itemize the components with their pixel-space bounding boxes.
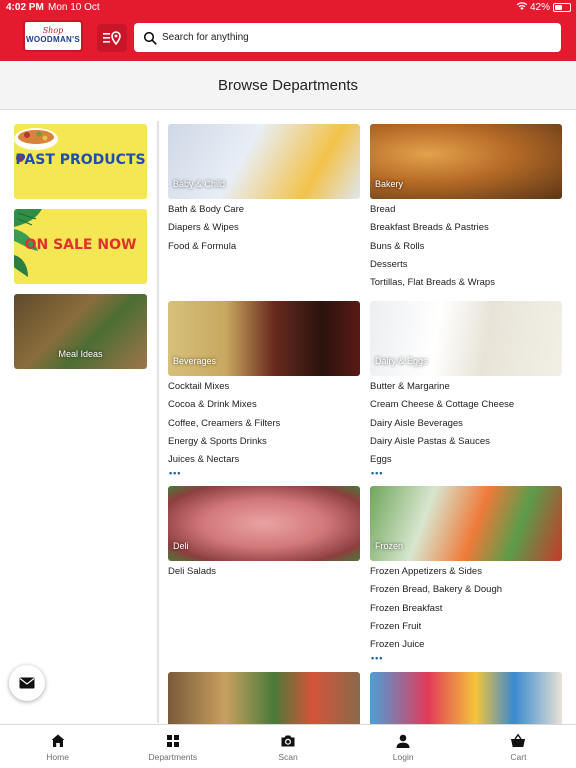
basket-icon [511,733,526,747]
department-image[interactable]: Baby & Child [168,124,360,199]
subcategory-link[interactable]: Cream Cheese & Cottage Cheese [370,396,562,414]
tab-scan[interactable]: Scan [230,725,345,768]
subcategory-link[interactable]: Desserts [370,256,562,274]
department-label: Frozen [375,541,404,551]
camera-icon [281,735,295,747]
department-label: Bakery [375,179,404,189]
subcategory-link[interactable]: Juices & Nectars [168,451,360,469]
status-time: 4:02 PM [6,2,44,13]
subcategory-link[interactable]: Food & Formula [168,238,360,256]
department-frozen: Frozen Frozen Appetizers & Sides Frozen … [370,486,562,664]
column-divider [157,121,159,723]
search-input[interactable]: Search for anything [162,32,249,43]
subcategory-link[interactable]: Tortillas, Flat Breads & Wraps [370,274,562,292]
more-button[interactable]: ••• [371,654,562,664]
department-image[interactable]: Deli [168,486,360,561]
subcategory-link[interactable]: Breakfast Breads & Pastries [370,219,562,237]
subcategory-link[interactable]: Butter & Margarine [370,378,562,396]
department-image[interactable]: Dairy & Eggs [370,301,562,376]
grid-icon [166,735,179,747]
subcategory-link[interactable]: Frozen Appetizers & Sides [370,563,562,581]
bottom-tab-bar: Home Departments Scan Login Cart [0,724,576,768]
subcategory-link[interactable]: Buns & Rolls [370,238,562,256]
search-bar[interactable]: Search for anything [134,23,561,52]
meal-ideas-card[interactable]: Meal Ideas [14,294,147,369]
logo-brand: WOODMAN'S [26,35,80,44]
department-label: Dairy & Eggs [375,356,428,366]
subcategory-link[interactable]: Eggs [370,451,562,469]
department-image[interactable]: Beverages [168,301,360,376]
tab-cart[interactable]: Cart [461,725,576,768]
wifi-icon [516,1,528,14]
subcategory-list: Deli Salads [168,563,360,581]
tab-label: Scan [278,752,298,762]
more-button[interactable]: ••• [169,469,360,479]
department-baby-child: Baby & Child Bath & Body Care Diapers & … [168,124,360,256]
battery-icon [553,3,571,12]
subcategory-list: Bath & Body Care Diapers & Wipes Food & … [168,201,360,256]
subcategory-link[interactable]: Frozen Bread, Bakery & Dough [370,581,562,599]
status-date: Mon 10 Oct [48,2,100,13]
department-label: Baby & Child [173,179,226,189]
tab-label: Login [392,752,414,762]
department-bakery: Bakery Bread Breakfast Breads & Pastries… [370,124,562,292]
app-header: 4:02 PM Mon 10 Oct 42% Shop WOODMAN'S Se… [0,0,576,61]
contact-button[interactable] [9,665,45,701]
department-label: Beverages [173,356,217,366]
subcategory-link[interactable]: Coffee, Creamers & Filters [168,415,360,433]
meal-ideas-label: Meal Ideas [58,349,103,359]
woodmans-logo[interactable]: Shop WOODMAN'S [23,20,83,52]
subcategory-link[interactable]: Energy & Sports Drinks [168,433,360,451]
battery-percent: 42% [529,2,550,13]
tab-login[interactable]: Login [346,725,461,768]
subcategory-link[interactable]: Diapers & Wipes [168,219,360,237]
tab-label: Home [46,752,69,762]
subcategory-link[interactable]: Cocktail Mixes [168,378,360,396]
person-icon [396,734,410,748]
subcategory-list: Bread Breakfast Breads & Pastries Buns &… [370,201,562,292]
department-deli: Deli Deli Salads [168,486,360,581]
subcategory-link[interactable]: Frozen Fruit [370,618,562,636]
subcategory-link[interactable]: Frozen Breakfast [370,600,562,618]
store-locator-button[interactable] [97,24,127,52]
status-bar: 4:02 PM Mon 10 Oct 42% [0,0,576,16]
page-title-bar: Browse Departments [0,61,576,110]
page-title: Browse Departments [217,77,359,94]
department-label: Deli [173,541,189,551]
subcategory-link[interactable]: Frozen Juice [370,636,562,654]
department-image-household[interactable] [370,672,562,724]
department-dairy-eggs: Dairy & Eggs Butter & Margarine Cream Ch… [370,301,562,479]
subcategory-list: Frozen Appetizers & Sides Frozen Bread, … [370,563,562,654]
logo-tagline: Shop [42,26,64,35]
subcategory-link[interactable]: Bath & Body Care [168,201,360,219]
subcategory-link[interactable]: Dairy Aisle Beverages [370,415,562,433]
list-location-icon [103,31,121,45]
tab-label: Cart [510,752,527,762]
subcategory-list: Cocktail Mixes Cocoa & Drink Mixes Coffe… [168,378,360,469]
tab-label: Departments [148,752,198,762]
more-button[interactable]: ••• [371,469,562,479]
subcategory-link[interactable]: Dairy Aisle Pastas & Sauces [370,433,562,451]
department-image-pantry[interactable] [168,672,360,724]
department-image[interactable]: Bakery [370,124,562,199]
home-icon [51,734,65,747]
subcategory-link[interactable]: Bread [370,201,562,219]
tab-home[interactable]: Home [0,725,115,768]
promo-past-products-label: PAST PRODUCTS [15,152,146,168]
promo-on-sale-now[interactable]: ON SALE NOW [14,209,147,284]
tab-departments[interactable]: Departments [115,725,230,768]
department-beverages: Beverages Cocktail Mixes Cocoa & Drink M… [168,301,360,479]
search-icon [143,31,157,45]
subcategory-link[interactable]: Cocoa & Drink Mixes [168,396,360,414]
subcategory-list: Butter & Margarine Cream Cheese & Cottag… [370,378,562,469]
department-image[interactable]: Frozen [370,486,562,561]
subcategory-link[interactable]: Deli Salads [168,563,360,581]
mail-icon [19,677,35,689]
promo-past-products[interactable]: PAST PRODUCTS [14,124,147,199]
promo-on-sale-now-label: ON SALE NOW [24,237,137,253]
